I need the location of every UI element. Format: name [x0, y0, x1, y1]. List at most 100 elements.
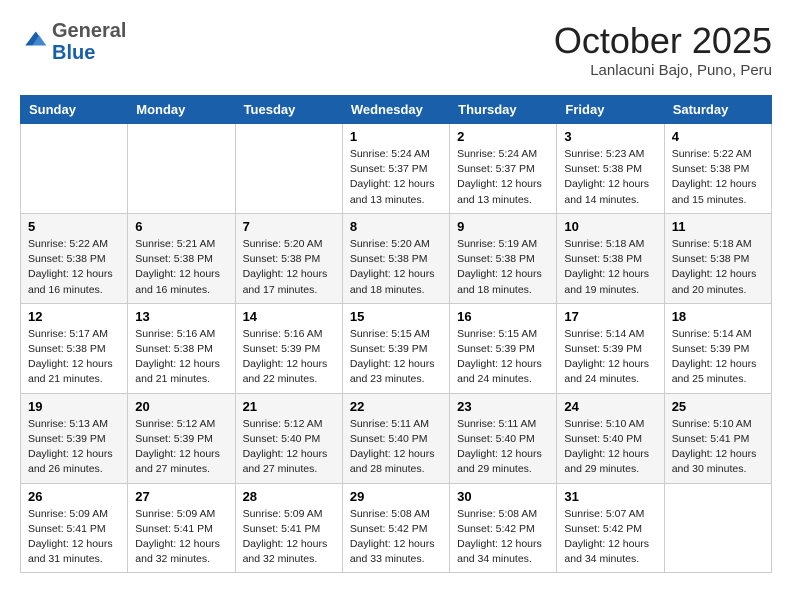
- day-info: Sunrise: 5:07 AM Sunset: 5:42 PM Dayligh…: [564, 507, 656, 568]
- calendar-cell: 28 Sunrise: 5:09 AM Sunset: 5:41 PM Dayli…: [235, 483, 342, 573]
- day-info: Sunrise: 5:14 AM Sunset: 5:39 PM Dayligh…: [672, 327, 764, 388]
- calendar-cell: 21 Sunrise: 5:12 AM Sunset: 5:40 PM Dayli…: [235, 393, 342, 483]
- calendar-cell: 15Sunrise: 5:15 AM Sunset: 5:39 PM Dayli…: [342, 303, 449, 393]
- day-info: Sunrise: 5:19 AM Sunset: 5:38 PM Dayligh…: [457, 237, 549, 298]
- day-number: 27: [135, 489, 227, 504]
- calendar-cell: 19 Sunrise: 5:13 AM Sunset: 5:39 PM Dayli…: [21, 393, 128, 483]
- calendar-cell: 30Sunrise: 5:08 AM Sunset: 5:42 PM Dayli…: [450, 483, 557, 573]
- logo-blue: Blue: [52, 42, 95, 64]
- calendar-cell: 8 Sunrise: 5:20 AM Sunset: 5:38 PM Daylig…: [342, 213, 449, 303]
- weekday-header: Monday: [128, 96, 235, 124]
- calendar-cell: 4Sunrise: 5:22 AM Sunset: 5:38 PM Daylig…: [664, 124, 771, 214]
- day-number: 4: [672, 129, 764, 144]
- day-number: 26: [28, 489, 120, 504]
- logo: General Blue: [20, 20, 126, 64]
- calendar-cell: [235, 124, 342, 214]
- day-info: Sunrise: 5:20 AM Sunset: 5:38 PM Dayligh…: [243, 237, 335, 298]
- calendar-cell: 26 Sunrise: 5:09 AM Sunset: 5:41 PM Dayli…: [21, 483, 128, 573]
- day-info: Sunrise: 5:13 AM Sunset: 5:39 PM Dayligh…: [28, 417, 120, 478]
- day-number: 20: [135, 399, 227, 414]
- calendar-cell: 27 Sunrise: 5:09 AM Sunset: 5:41 PM Dayli…: [128, 483, 235, 573]
- calendar-cell: 7Sunrise: 5:20 AM Sunset: 5:38 PM Daylig…: [235, 213, 342, 303]
- calendar-cell: 13 Sunrise: 5:16 AM Sunset: 5:38 PM Dayli…: [128, 303, 235, 393]
- day-number: 14: [243, 309, 335, 324]
- day-number: 5: [28, 219, 120, 234]
- calendar-week-row: 1 Sunrise: 5:24 AM Sunset: 5:37 PM Daylig…: [21, 124, 772, 214]
- calendar-table: SundayMondayTuesdayWednesdayThursdayFrid…: [20, 95, 772, 573]
- calendar-cell: 31 Sunrise: 5:07 AM Sunset: 5:42 PM Dayli…: [557, 483, 664, 573]
- day-info: Sunrise: 5:17 AM Sunset: 5:38 PM Dayligh…: [28, 327, 120, 388]
- weekday-header: Wednesday: [342, 96, 449, 124]
- calendar-week-row: 5Sunrise: 5:22 AM Sunset: 5:38 PM Daylig…: [21, 213, 772, 303]
- day-number: 12: [28, 309, 120, 324]
- calendar-cell: 22Sunrise: 5:11 AM Sunset: 5:40 PM Dayli…: [342, 393, 449, 483]
- day-info: Sunrise: 5:12 AM Sunset: 5:40 PM Dayligh…: [243, 417, 335, 478]
- day-number: 11: [672, 219, 764, 234]
- day-info: Sunrise: 5:20 AM Sunset: 5:38 PM Dayligh…: [350, 237, 442, 298]
- day-info: Sunrise: 5:16 AM Sunset: 5:39 PM Dayligh…: [243, 327, 335, 388]
- day-number: 29: [350, 489, 442, 504]
- day-info: Sunrise: 5:15 AM Sunset: 5:39 PM Dayligh…: [350, 327, 442, 388]
- page-header: General Blue October 2025 Lanlacuni Bajo…: [20, 20, 772, 79]
- weekday-header: Sunday: [21, 96, 128, 124]
- weekday-header: Tuesday: [235, 96, 342, 124]
- calendar-week-row: 12 Sunrise: 5:17 AM Sunset: 5:38 PM Dayli…: [21, 303, 772, 393]
- calendar-cell: 12 Sunrise: 5:17 AM Sunset: 5:38 PM Dayli…: [21, 303, 128, 393]
- day-info: Sunrise: 5:14 AM Sunset: 5:39 PM Dayligh…: [564, 327, 656, 388]
- title-block: October 2025 Lanlacuni Bajo, Puno, Peru: [554, 20, 772, 79]
- day-info: Sunrise: 5:08 AM Sunset: 5:42 PM Dayligh…: [457, 507, 549, 568]
- calendar-cell: 16 Sunrise: 5:15 AM Sunset: 5:39 PM Dayli…: [450, 303, 557, 393]
- calendar-cell: 18 Sunrise: 5:14 AM Sunset: 5:39 PM Dayli…: [664, 303, 771, 393]
- calendar-cell: 10 Sunrise: 5:18 AM Sunset: 5:38 PM Dayli…: [557, 213, 664, 303]
- day-info: Sunrise: 5:12 AM Sunset: 5:39 PM Dayligh…: [135, 417, 227, 478]
- day-info: Sunrise: 5:09 AM Sunset: 5:41 PM Dayligh…: [135, 507, 227, 568]
- day-number: 19: [28, 399, 120, 414]
- calendar-cell: 9 Sunrise: 5:19 AM Sunset: 5:38 PM Daylig…: [450, 213, 557, 303]
- day-number: 13: [135, 309, 227, 324]
- day-number: 28: [243, 489, 335, 504]
- calendar-cell: [128, 124, 235, 214]
- day-info: Sunrise: 5:23 AM Sunset: 5:38 PM Dayligh…: [564, 147, 656, 208]
- calendar-cell: 1 Sunrise: 5:24 AM Sunset: 5:37 PM Daylig…: [342, 124, 449, 214]
- location: Lanlacuni Bajo, Puno, Peru: [554, 62, 772, 79]
- day-number: 25: [672, 399, 764, 414]
- day-info: Sunrise: 5:24 AM Sunset: 5:37 PM Dayligh…: [457, 147, 549, 208]
- day-number: 1: [350, 129, 442, 144]
- day-info: Sunrise: 5:24 AM Sunset: 5:37 PM Dayligh…: [350, 147, 442, 208]
- calendar-cell: 29Sunrise: 5:08 AM Sunset: 5:42 PM Dayli…: [342, 483, 449, 573]
- calendar-cell: 17Sunrise: 5:14 AM Sunset: 5:39 PM Dayli…: [557, 303, 664, 393]
- day-info: Sunrise: 5:18 AM Sunset: 5:38 PM Dayligh…: [564, 237, 656, 298]
- day-number: 18: [672, 309, 764, 324]
- calendar-cell: 25Sunrise: 5:10 AM Sunset: 5:41 PM Dayli…: [664, 393, 771, 483]
- calendar-body: 1 Sunrise: 5:24 AM Sunset: 5:37 PM Daylig…: [21, 124, 772, 573]
- calendar-cell: [664, 483, 771, 573]
- day-number: 3: [564, 129, 656, 144]
- day-number: 16: [457, 309, 549, 324]
- day-info: Sunrise: 5:11 AM Sunset: 5:40 PM Dayligh…: [457, 417, 549, 478]
- day-info: Sunrise: 5:15 AM Sunset: 5:39 PM Dayligh…: [457, 327, 549, 388]
- day-number: 10: [564, 219, 656, 234]
- day-number: 21: [243, 399, 335, 414]
- calendar-cell: 3 Sunrise: 5:23 AM Sunset: 5:38 PM Daylig…: [557, 124, 664, 214]
- calendar-cell: 6Sunrise: 5:21 AM Sunset: 5:38 PM Daylig…: [128, 213, 235, 303]
- calendar-cell: 11Sunrise: 5:18 AM Sunset: 5:38 PM Dayli…: [664, 213, 771, 303]
- logo-text: General Blue: [52, 20, 126, 64]
- day-number: 8: [350, 219, 442, 234]
- day-number: 31: [564, 489, 656, 504]
- day-number: 9: [457, 219, 549, 234]
- day-info: Sunrise: 5:09 AM Sunset: 5:41 PM Dayligh…: [243, 507, 335, 568]
- day-info: Sunrise: 5:10 AM Sunset: 5:40 PM Dayligh…: [564, 417, 656, 478]
- month-title: October 2025: [554, 20, 772, 62]
- calendar-cell: [21, 124, 128, 214]
- day-number: 24: [564, 399, 656, 414]
- day-number: 2: [457, 129, 549, 144]
- weekday-header: Thursday: [450, 96, 557, 124]
- day-info: Sunrise: 5:16 AM Sunset: 5:38 PM Dayligh…: [135, 327, 227, 388]
- day-number: 23: [457, 399, 549, 414]
- day-info: Sunrise: 5:11 AM Sunset: 5:40 PM Dayligh…: [350, 417, 442, 478]
- calendar-cell: 2 Sunrise: 5:24 AM Sunset: 5:37 PM Daylig…: [450, 124, 557, 214]
- day-info: Sunrise: 5:09 AM Sunset: 5:41 PM Dayligh…: [28, 507, 120, 568]
- calendar-cell: 23 Sunrise: 5:11 AM Sunset: 5:40 PM Dayli…: [450, 393, 557, 483]
- calendar-cell: 14 Sunrise: 5:16 AM Sunset: 5:39 PM Dayli…: [235, 303, 342, 393]
- calendar-cell: 20 Sunrise: 5:12 AM Sunset: 5:39 PM Dayli…: [128, 393, 235, 483]
